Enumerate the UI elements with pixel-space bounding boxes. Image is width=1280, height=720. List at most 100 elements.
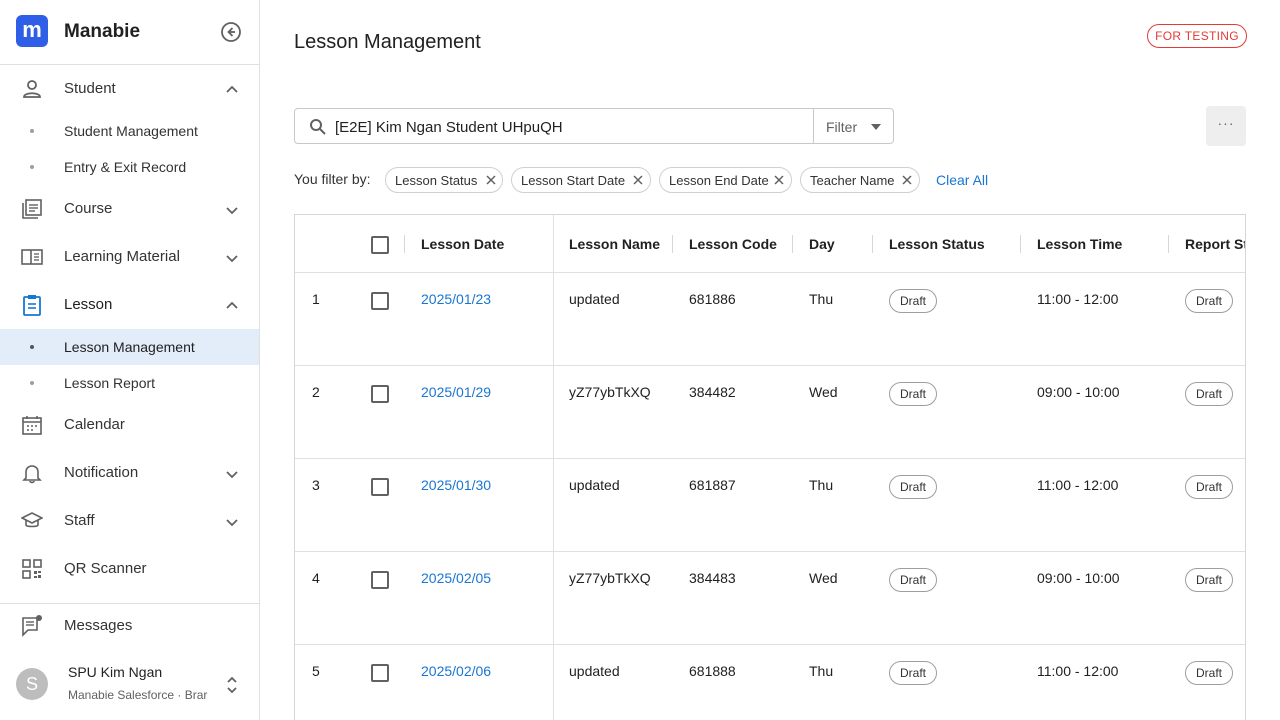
report-status-chip: Draft bbox=[1185, 382, 1234, 406]
row-number: 3 bbox=[312, 477, 320, 493]
filter-by-label: You filter by: bbox=[294, 171, 371, 187]
book-open-icon bbox=[21, 249, 43, 265]
calendar-icon bbox=[22, 416, 42, 435]
row-checkbox[interactable] bbox=[371, 292, 389, 310]
filter-chip-lesson-end-date: Lesson End Date bbox=[659, 167, 792, 193]
more-actions-button[interactable]: ··· bbox=[1206, 106, 1246, 146]
lesson-name: yZ77ybTkXQ bbox=[569, 570, 651, 586]
filter-chip-label: Teacher Name bbox=[810, 173, 895, 188]
filter-button[interactable]: Filter bbox=[814, 108, 894, 144]
close-icon[interactable] bbox=[485, 174, 497, 186]
chevron-down-icon bbox=[226, 519, 238, 527]
qr-code-icon bbox=[22, 559, 42, 579]
clear-all-link[interactable]: Clear All bbox=[936, 172, 988, 188]
collapse-sidebar-icon[interactable] bbox=[220, 21, 242, 43]
lesson-name: updated bbox=[569, 477, 620, 493]
user-profile[interactable]: S SPU Kim Ngan Manabie Salesforce · Brar bbox=[0, 652, 259, 720]
select-all-checkbox[interactable] bbox=[371, 236, 389, 254]
brand-header: m Manabie bbox=[0, 0, 259, 65]
column-header-lesson-date[interactable]: Lesson Date bbox=[421, 236, 504, 252]
lesson-status-chip: Draft bbox=[889, 568, 938, 592]
manabie-logo: m bbox=[16, 15, 48, 47]
table-row[interactable]: 5 2025/02/06 updated 681888 Thu Draft 11… bbox=[295, 645, 1245, 720]
sidebar-item-student[interactable]: Student bbox=[0, 65, 259, 113]
lesson-status-chip: Draft bbox=[889, 289, 938, 313]
lesson-name: updated bbox=[569, 291, 620, 307]
frozen-column-divider bbox=[553, 215, 554, 720]
column-separator bbox=[1020, 235, 1021, 253]
clipboard-icon bbox=[23, 295, 41, 316]
page-title: Lesson Management bbox=[294, 31, 481, 53]
lesson-status-chip: Draft bbox=[889, 661, 938, 685]
bullet-dot bbox=[30, 345, 34, 349]
bullet-dot bbox=[30, 129, 34, 133]
lesson-day: Thu bbox=[809, 477, 834, 493]
table-row[interactable]: 1 2025/01/23 updated 681886 Thu Draft 11… bbox=[295, 273, 1245, 366]
column-separator bbox=[872, 235, 873, 253]
sidebar-item-notification[interactable]: Notification bbox=[0, 449, 259, 497]
sidebar-item-label: Calendar bbox=[64, 416, 125, 433]
table-row[interactable]: 3 2025/01/30 updated 681887 Thu Draft 11… bbox=[295, 459, 1245, 552]
caret-down-icon bbox=[871, 124, 881, 130]
lesson-code: 681887 bbox=[689, 477, 736, 493]
unfold-icon[interactable] bbox=[224, 674, 240, 696]
sidebar-item-label: Notification bbox=[64, 464, 139, 481]
lesson-date-link[interactable]: 2025/01/23 bbox=[421, 291, 491, 307]
search-input[interactable] bbox=[335, 115, 805, 139]
app-root: m Manabie Student Student Management Ent… bbox=[0, 0, 1280, 720]
filter-chip-label: Lesson End Date bbox=[669, 173, 769, 188]
lesson-date-link[interactable]: 2025/02/05 bbox=[421, 570, 491, 586]
user-organization: Manabie Salesforce · Brar bbox=[68, 688, 208, 702]
lesson-time: 09:00 - 10:00 bbox=[1037, 570, 1120, 586]
lesson-code: 681888 bbox=[689, 663, 736, 679]
column-separator bbox=[1168, 235, 1169, 253]
sidebar-item-qr-scanner[interactable]: QR Scanner bbox=[0, 545, 259, 593]
sidebar-item-label: Messages bbox=[64, 617, 133, 634]
sidebar-item-learning-material[interactable]: Learning Material bbox=[0, 233, 259, 281]
env-badge: FOR TESTING bbox=[1147, 24, 1247, 48]
person-icon bbox=[23, 80, 41, 98]
sidebar-item-lesson[interactable]: Lesson bbox=[0, 281, 259, 329]
close-icon[interactable] bbox=[632, 174, 644, 186]
sidebar-sub-student-management[interactable]: Student Management bbox=[0, 113, 259, 149]
table-row[interactable]: 4 2025/02/05 yZ77ybTkXQ 384483 Wed Draft… bbox=[295, 552, 1245, 645]
column-header-report-status[interactable]: Report St bbox=[1185, 236, 1245, 252]
lesson-date-link[interactable]: 2025/02/06 bbox=[421, 663, 491, 679]
sidebar-item-staff[interactable]: Staff bbox=[0, 497, 259, 545]
row-checkbox[interactable] bbox=[371, 664, 389, 682]
lesson-code: 384482 bbox=[689, 384, 736, 400]
column-header-day[interactable]: Day bbox=[809, 236, 835, 252]
filter-button-label: Filter bbox=[826, 119, 858, 135]
bullet-dot bbox=[30, 381, 34, 385]
column-header-lesson-name[interactable]: Lesson Name bbox=[569, 236, 660, 252]
row-checkbox[interactable] bbox=[371, 571, 389, 589]
sidebar-sub-lesson-management[interactable]: Lesson Management bbox=[0, 329, 259, 365]
brand-name: Manabie bbox=[64, 21, 141, 42]
main-content: Lesson Management FOR TESTING Filter ···… bbox=[260, 0, 1280, 720]
filter-chip-label: Lesson Start Date bbox=[521, 173, 626, 188]
row-number: 2 bbox=[312, 384, 320, 400]
sidebar-item-messages[interactable]: Messages bbox=[0, 602, 259, 650]
lesson-date-link[interactable]: 2025/01/30 bbox=[421, 477, 491, 493]
column-separator bbox=[672, 235, 673, 253]
column-header-lesson-code[interactable]: Lesson Code bbox=[689, 236, 777, 252]
table-header-row: Lesson Date Lesson Name Lesson Code Day … bbox=[295, 215, 1245, 273]
close-icon[interactable] bbox=[773, 174, 785, 186]
sidebar-sub-lesson-report[interactable]: Lesson Report bbox=[0, 365, 259, 401]
column-header-lesson-time[interactable]: Lesson Time bbox=[1037, 236, 1122, 252]
sidebar-sub-label: Entry & Exit Record bbox=[64, 159, 187, 175]
sidebar-sub-entry-exit-record[interactable]: Entry & Exit Record bbox=[0, 149, 259, 185]
table-row[interactable]: 2 2025/01/29 yZ77ybTkXQ 384482 Wed Draft… bbox=[295, 366, 1245, 459]
lesson-time: 11:00 - 12:00 bbox=[1037, 477, 1119, 493]
sidebar-item-label: Learning Material bbox=[64, 248, 180, 265]
row-checkbox[interactable] bbox=[371, 385, 389, 403]
lesson-date-link[interactable]: 2025/01/29 bbox=[421, 384, 491, 400]
sidebar-item-calendar[interactable]: Calendar bbox=[0, 401, 259, 449]
sidebar-item-course[interactable]: Course bbox=[0, 185, 259, 233]
row-checkbox[interactable] bbox=[371, 478, 389, 496]
column-header-lesson-status[interactable]: Lesson Status bbox=[889, 236, 985, 252]
lesson-day: Wed bbox=[809, 384, 838, 400]
lesson-day: Thu bbox=[809, 663, 834, 679]
lesson-time: 11:00 - 12:00 bbox=[1037, 291, 1119, 307]
close-icon[interactable] bbox=[901, 174, 913, 186]
